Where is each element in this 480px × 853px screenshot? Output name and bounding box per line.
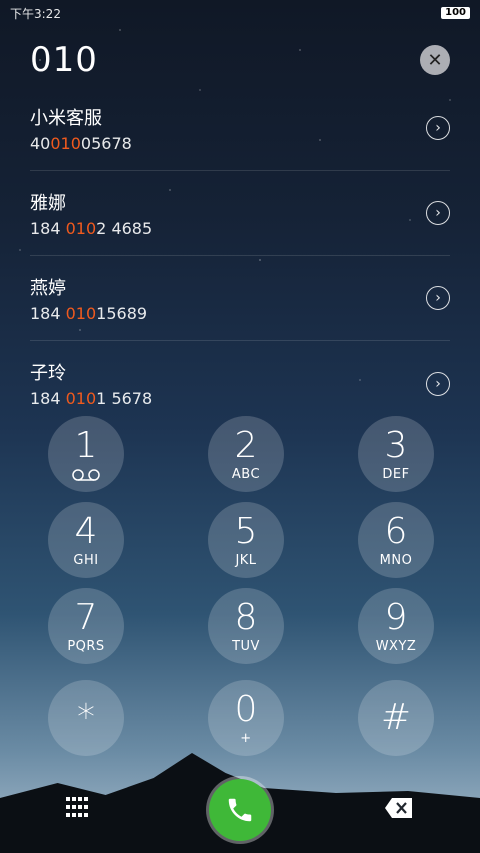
chevron-right-icon: ›: [435, 205, 441, 221]
contact-detail-button[interactable]: ›: [426, 371, 450, 396]
contact-name: 子玲: [30, 363, 66, 384]
key-hash[interactable]: #: [358, 680, 434, 756]
dialed-number[interactable]: 010: [30, 40, 98, 80]
contact-number: 4001005678: [30, 133, 132, 153]
key-0[interactable]: 0 +: [208, 680, 284, 756]
key-4[interactable]: 4 GHI: [48, 502, 124, 578]
contact-number: 184 01015689: [30, 303, 148, 323]
clear-button[interactable]: ✕: [420, 45, 450, 75]
key-8[interactable]: 8 TUV: [208, 588, 284, 664]
number-match: 010: [65, 303, 97, 323]
list-item[interactable]: 燕婷 184 01015689 ›: [30, 256, 450, 341]
list-item[interactable]: 小米客服 4001005678 ›: [30, 86, 450, 171]
search-results: 小米客服 4001005678 › 雅娜 184 0102 4685 › 燕婷 …: [30, 86, 450, 426]
backspace-button[interactable]: [384, 797, 414, 819]
close-icon: ✕: [427, 49, 443, 71]
status-bar: 下午3:22 100: [0, 0, 480, 26]
voicemail-icon: [72, 469, 100, 481]
chevron-right-icon: ›: [435, 375, 441, 392]
contact-detail-button[interactable]: ›: [426, 286, 450, 310]
contact-name: 雅娜: [30, 192, 66, 214]
contact-number: 184 0102 4685: [30, 218, 153, 238]
contact-name: 小米客服: [30, 107, 102, 129]
contact-number: 184 0101 5678: [30, 389, 153, 408]
contact-detail-button[interactable]: ›: [426, 201, 450, 225]
call-button[interactable]: [209, 779, 271, 841]
key-7[interactable]: 7 PQRS: [48, 588, 124, 664]
chevron-right-icon: ›: [435, 290, 441, 306]
dialer-header: 010 ✕: [30, 38, 450, 82]
list-item[interactable]: 雅娜 184 0102 4685 ›: [30, 171, 450, 256]
key-6[interactable]: 6 MNO: [358, 502, 434, 578]
contact-detail-button[interactable]: ›: [426, 116, 450, 140]
key-2[interactable]: 2 ABC: [208, 416, 284, 492]
key-1[interactable]: 1: [48, 416, 124, 492]
key-3[interactable]: 3 DEF: [358, 416, 434, 492]
bottom-action-bar: [0, 763, 480, 853]
status-time: 下午3:22: [10, 6, 61, 21]
phone-icon: [228, 798, 252, 822]
battery-icon: 100: [441, 7, 470, 19]
key-star[interactable]: *: [48, 680, 124, 756]
list-item[interactable]: 子玲 184 0101 5678 ›: [30, 341, 450, 426]
number-match: 010: [50, 133, 81, 153]
key-9[interactable]: 9 WXYZ: [358, 588, 434, 664]
contact-name: 燕婷: [30, 277, 66, 299]
key-5[interactable]: 5 JKL: [208, 502, 284, 578]
dialpad-grid-icon[interactable]: [66, 797, 92, 819]
backspace-icon: [385, 798, 412, 818]
chevron-right-icon: ›: [435, 120, 441, 136]
number-match: 010: [65, 218, 97, 238]
number-match: 010: [65, 389, 97, 408]
dialpad: 1 2 ABC 3 DEF 4 GHI 5 JKL 6 MNO 7 PQRS 8…: [0, 416, 480, 758]
